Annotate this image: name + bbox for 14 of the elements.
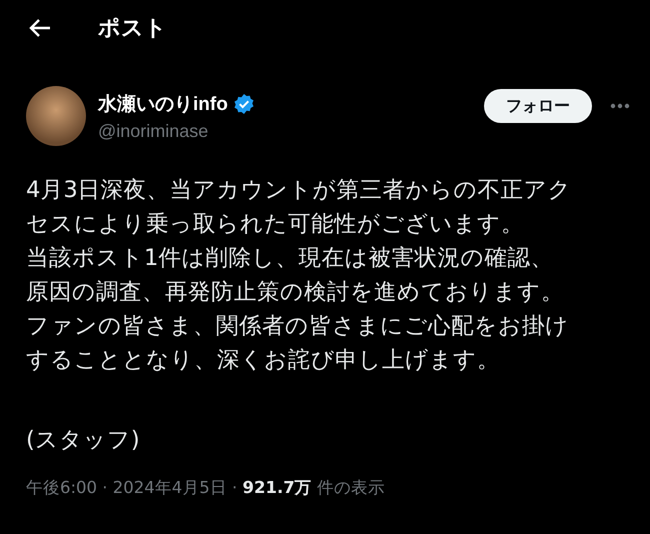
account-name[interactable]: 水瀬いのりinfo	[98, 90, 228, 116]
post-text-line: 原因の調査、再発防止策の検討を進めております。	[26, 278, 564, 307]
signature-text: (スタッフ)	[26, 426, 140, 455]
more-icon[interactable]	[610, 103, 630, 109]
post-text-line: ファンの皆さま、関係者の皆さまにご心配をお掛け	[26, 312, 569, 341]
account-handle[interactable]: @inoriminase	[98, 120, 484, 142]
post-text-line: 4月3日深夜、当アカウントが第三者からの不正アク	[26, 176, 572, 205]
follow-button[interactable]: フォロー	[484, 89, 592, 123]
post-text-line: セスにより乗っ取られた可能性がございます。	[26, 210, 524, 239]
post-text-line: 当該ポスト1件は削除し、現在は被害状況の確認、	[26, 244, 554, 273]
back-arrow-icon[interactable]	[28, 18, 52, 38]
post-text-line: することとなり、深くお詫び申し上げます。	[26, 346, 500, 375]
post-meta: 午後6:00 · 2024年4月5日 · 921.7万 件の表示	[26, 477, 385, 499]
page-title: ポスト	[98, 14, 167, 42]
